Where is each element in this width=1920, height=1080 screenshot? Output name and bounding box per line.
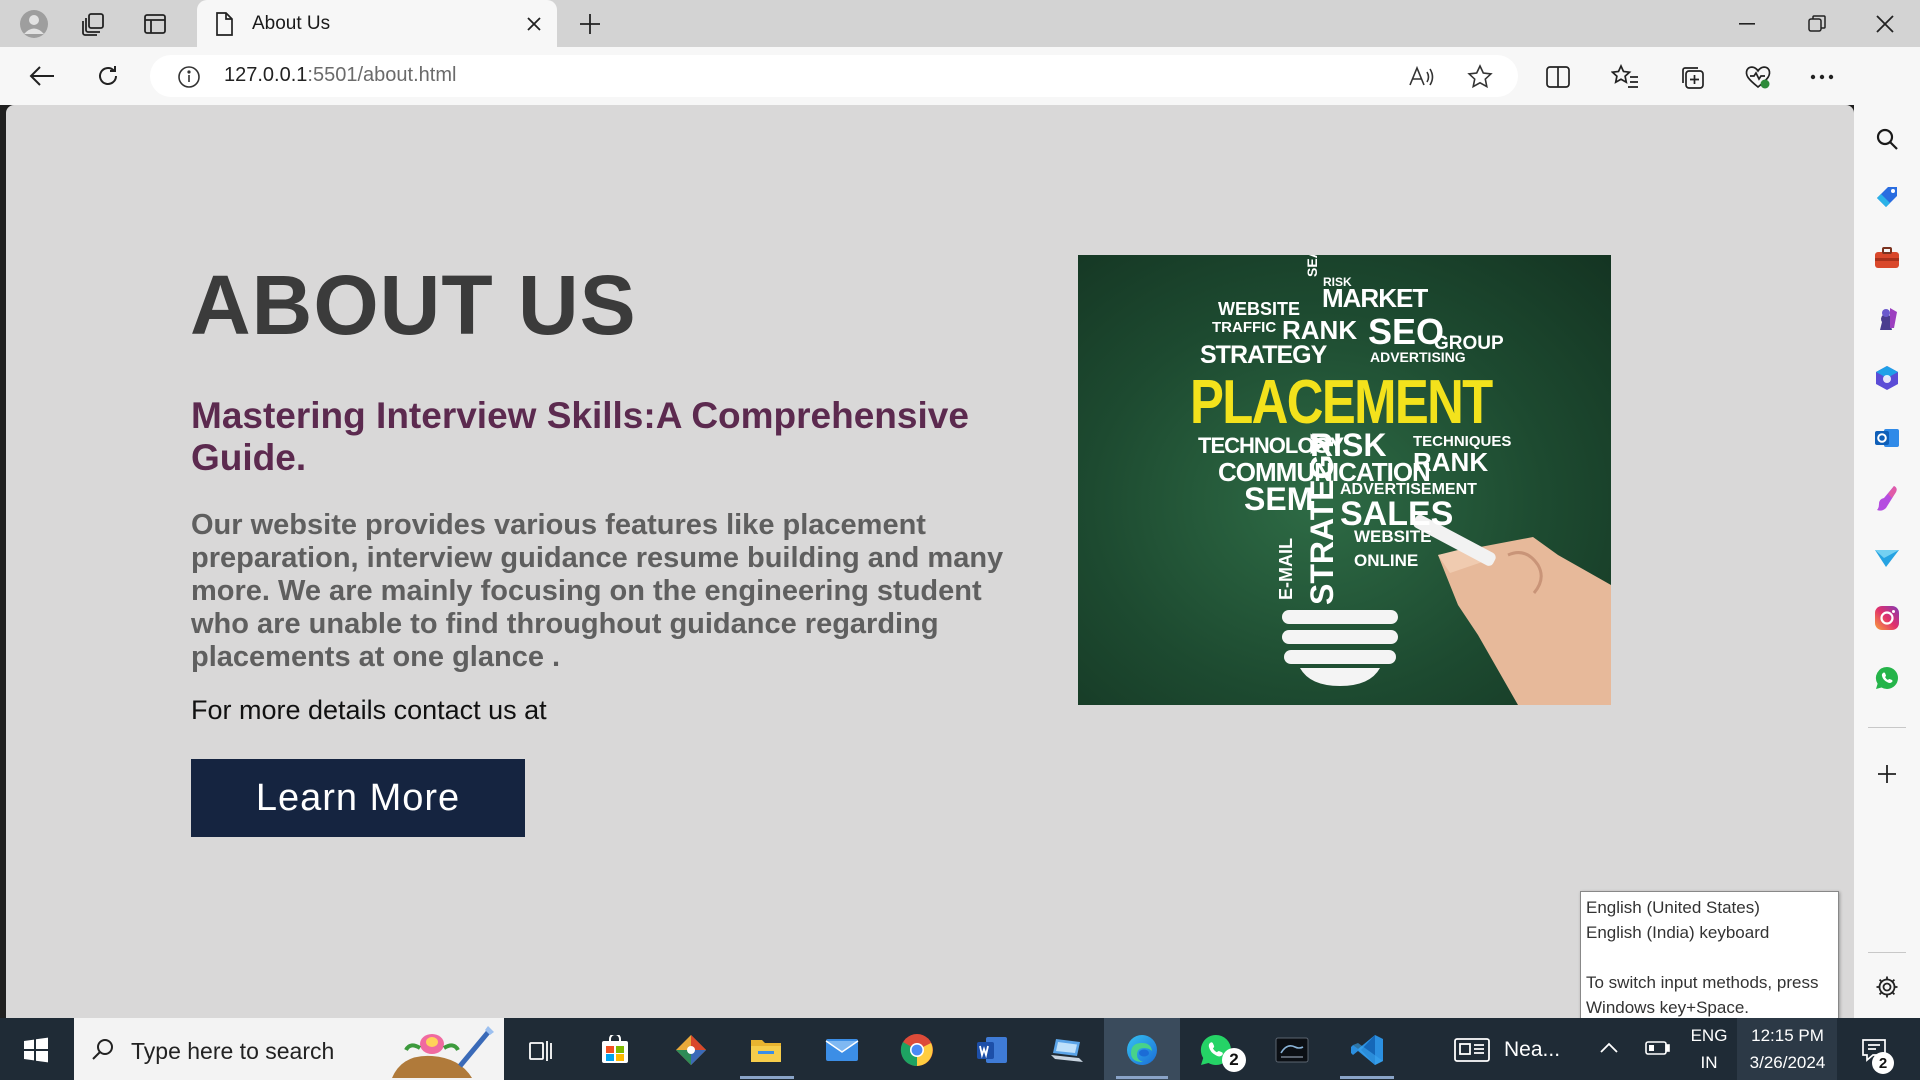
- mysql-icon[interactable]: [1272, 1030, 1312, 1070]
- tooltip-line-keyboard: English (India) keyboard: [1586, 923, 1770, 942]
- search-highlight-illustration-icon: [390, 1022, 502, 1078]
- url-text[interactable]: 127.0.0.1:5501/about.html: [224, 64, 456, 87]
- language-code[interactable]: ENG: [1690, 1026, 1728, 1046]
- contact-text: For more details contact us at: [191, 695, 547, 725]
- news-widget-label[interactable]: Nea...: [1504, 1038, 1560, 1062]
- taskbar-search-placeholder: Type here to search: [131, 1038, 335, 1064]
- file-explorer-active-indicator: [740, 1076, 794, 1079]
- shopping-tag-icon[interactable]: [1870, 180, 1904, 214]
- learn-more-button[interactable]: Learn More: [191, 759, 525, 837]
- refresh-icon[interactable]: [88, 60, 128, 92]
- word-market: MARKET: [1322, 283, 1428, 313]
- laptop-app-icon[interactable]: [1047, 1030, 1087, 1070]
- start-windows-icon[interactable]: [14, 1030, 58, 1070]
- more-options-icon[interactable]: [1806, 62, 1838, 92]
- restore-icon[interactable]: [1795, 8, 1839, 40]
- url-host: 127.0.0.1: [224, 64, 308, 86]
- clock-time[interactable]: 12:15 PM: [1740, 1026, 1835, 1046]
- whatsapp-badge: 2: [1222, 1048, 1246, 1072]
- vertical-tabs-icon[interactable]: [133, 6, 177, 42]
- tooltip-line-shortcut: Windows key+Space.: [1586, 998, 1749, 1017]
- page-icon: [210, 10, 238, 38]
- word-traffic: TRAFFIC: [1212, 319, 1277, 336]
- browser-essentials-icon[interactable]: [1742, 62, 1774, 92]
- add-icon[interactable]: [1870, 757, 1904, 791]
- word-group: GROUP: [1434, 333, 1504, 354]
- edge-icon[interactable]: [1122, 1030, 1162, 1070]
- notification-badge: 2: [1872, 1052, 1894, 1074]
- word-cloud: RISK MARKET WEBSITE RANK SEO TRAFFIC STR…: [1078, 255, 1611, 705]
- word-strategy-2: STRATEGY: [1304, 433, 1340, 605]
- tooltip-line-hint: To switch input methods, press: [1586, 973, 1819, 992]
- sidebar-divider: [1868, 727, 1906, 728]
- profile-icon[interactable]: [12, 6, 56, 42]
- workspaces-icon[interactable]: [72, 6, 116, 42]
- site-info-icon[interactable]: [176, 64, 202, 90]
- gear-icon[interactable]: [1870, 970, 1904, 1004]
- input-method-tooltip: English (United States) English (India) …: [1580, 891, 1839, 1020]
- app-diamond-icon[interactable]: [671, 1030, 711, 1070]
- new-tab-icon[interactable]: [574, 8, 606, 40]
- page-subheading: Mastering Interview Skills:A Comprehensi…: [191, 395, 969, 478]
- instagram-icon[interactable]: [1870, 601, 1904, 635]
- minimize-icon[interactable]: [1725, 8, 1769, 40]
- word-website-2: WEBSITE: [1354, 527, 1432, 546]
- sidebar-divider-bottom: [1868, 952, 1906, 953]
- placement-lightbulb-image: RISK MARKET WEBSITE RANK SEO TRAFFIC STR…: [1078, 255, 1611, 705]
- language-region[interactable]: IN: [1690, 1053, 1728, 1073]
- word-strategy: STRATEGY: [1200, 341, 1327, 369]
- active-tab[interactable]: [197, 0, 557, 48]
- microsoft-store-icon[interactable]: [595, 1030, 635, 1070]
- vscode-icon[interactable]: [1347, 1030, 1387, 1070]
- games-icon[interactable]: [1870, 301, 1904, 335]
- word-email: E-MAIL: [1276, 538, 1296, 600]
- word-online: ONLINE: [1354, 551, 1419, 570]
- favorite-star-icon[interactable]: [1464, 62, 1496, 92]
- word-seo: SEO: [1368, 311, 1445, 352]
- page-content: ABOUT US Mastering Interview Skills:A Co…: [6, 105, 1854, 1018]
- word-search: SEARCH: [1304, 255, 1320, 277]
- about-description: Our website provides various features li…: [191, 509, 1004, 673]
- task-view-icon[interactable]: [520, 1030, 560, 1070]
- microsoft-365-icon[interactable]: [1870, 361, 1904, 395]
- battery-icon[interactable]: [1644, 1036, 1672, 1060]
- favorites-icon[interactable]: [1609, 62, 1641, 92]
- file-explorer-icon[interactable]: [746, 1030, 786, 1070]
- clock-date[interactable]: 3/26/2024: [1740, 1053, 1835, 1073]
- page-heading: ABOUT US: [190, 258, 637, 352]
- chrome-icon[interactable]: [897, 1030, 937, 1070]
- send-icon[interactable]: [1870, 541, 1904, 575]
- mail-icon[interactable]: [822, 1030, 862, 1070]
- whatsapp-icon[interactable]: [1870, 661, 1904, 695]
- vscode-active-indicator: [1340, 1076, 1394, 1079]
- taskbar-search-icon: [88, 1034, 118, 1064]
- read-aloud-icon[interactable]: [1405, 62, 1437, 92]
- search-icon[interactable]: [1870, 122, 1904, 156]
- word-icon[interactable]: [972, 1030, 1012, 1070]
- tab-title: About Us: [252, 13, 331, 34]
- news-widget-icon[interactable]: [1452, 1034, 1492, 1066]
- tooltip-line-language: English (United States): [1586, 898, 1760, 917]
- outlook-icon[interactable]: [1870, 421, 1904, 455]
- edge-active-indicator: [1116, 1076, 1168, 1079]
- designer-icon[interactable]: [1870, 481, 1904, 515]
- collections-icon[interactable]: [1676, 62, 1708, 92]
- tools-briefcase-icon[interactable]: [1870, 241, 1904, 275]
- word-sem: SEM: [1244, 481, 1314, 517]
- close-tab-icon[interactable]: [520, 10, 548, 38]
- chevron-up-icon[interactable]: [1598, 1036, 1620, 1060]
- back-icon[interactable]: [22, 60, 62, 92]
- close-window-icon[interactable]: [1863, 8, 1907, 40]
- split-screen-icon[interactable]: [1542, 62, 1574, 92]
- url-path: :5501/about.html: [307, 64, 457, 86]
